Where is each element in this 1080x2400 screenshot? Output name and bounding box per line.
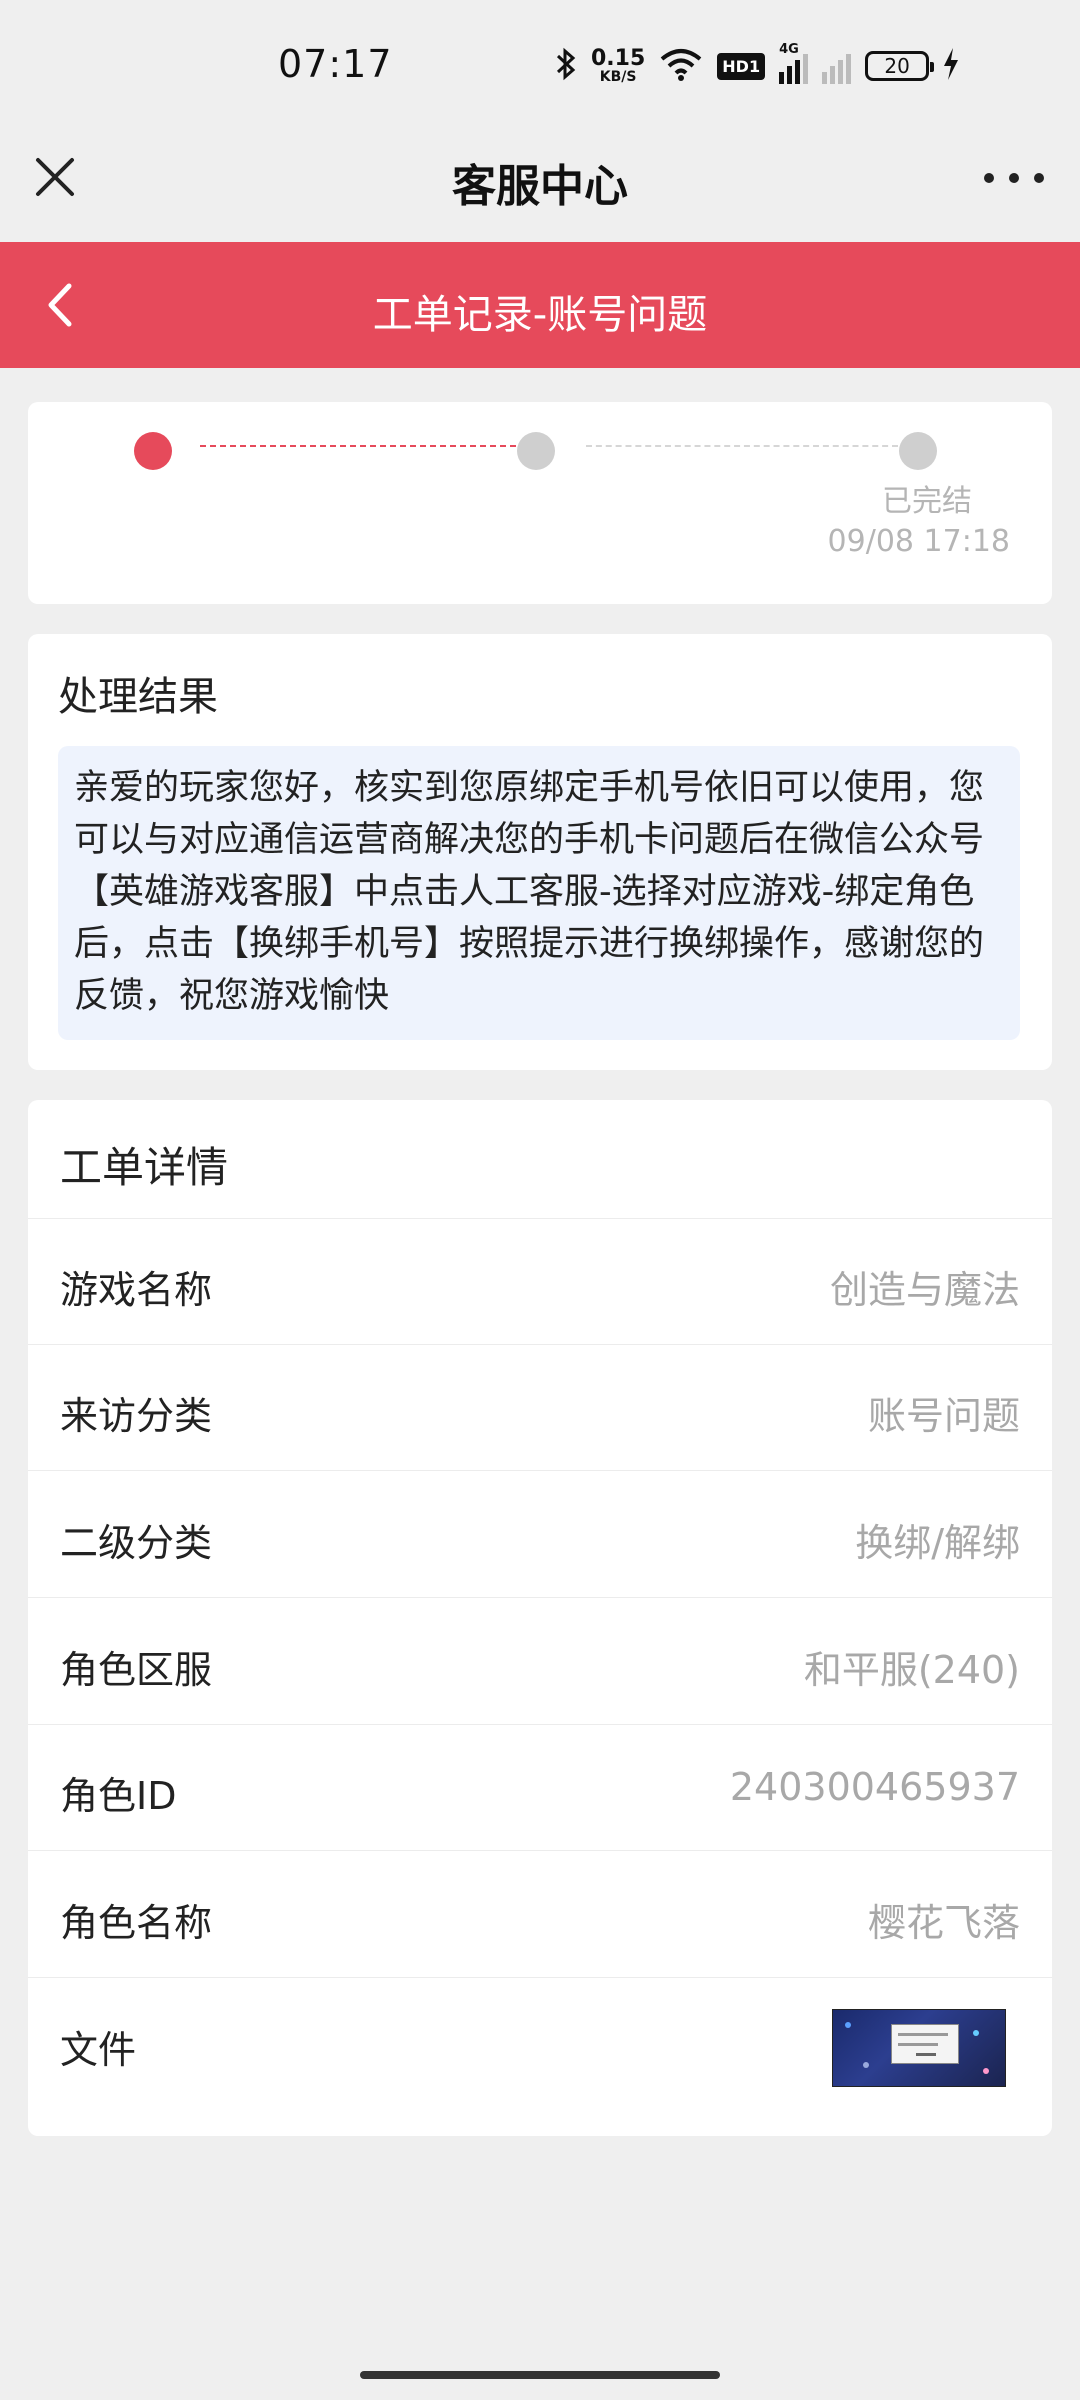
detail-value: 240300465937: [729, 1765, 1020, 1809]
app-title: 客服中心: [452, 161, 628, 212]
progress-final-status: 已完结 09/08 17:18: [828, 482, 1010, 562]
detail-label: 二级分类: [60, 1521, 213, 1565]
detail-label: 文件: [60, 2028, 137, 2072]
detail-row-role-id: 角色ID 240300465937: [28, 1725, 1052, 1851]
detail-label: 角色ID: [60, 1774, 177, 1818]
battery-icon: 20: [865, 51, 935, 81]
progress-line-2: [586, 445, 898, 447]
detail-row-server: 角色区服 和平服(240): [28, 1599, 1052, 1725]
progress-line-1: [200, 445, 516, 447]
progress-step-3: [899, 432, 937, 470]
detail-value: 樱花飞落: [867, 1901, 1020, 1945]
progress-card: 已完结 09/08 17:18: [28, 402, 1052, 604]
more-icon: [984, 173, 994, 183]
detail-value: 换绑/解绑: [855, 1521, 1020, 1565]
cell-signal-icon: 4G: [779, 42, 809, 84]
home-indicator[interactable]: [360, 2371, 720, 2379]
more-button[interactable]: [984, 160, 1044, 196]
detail-row-file: 文件: [28, 1979, 1052, 2105]
detail-title: 工单详情: [60, 1143, 229, 1192]
detail-label: 游戏名称: [60, 1268, 213, 1312]
status-icons: 0.15 KB/S HD1 4G 20: [555, 42, 959, 88]
detail-row-visit-category: 来访分类 账号问题: [28, 1345, 1052, 1471]
page-title: 工单记录-账号问题: [372, 292, 708, 338]
detail-value: 和平服(240): [803, 1648, 1020, 1692]
wifi-icon: [659, 47, 703, 85]
file-thumbnail[interactable]: [832, 2009, 1006, 2087]
detail-value: 创造与魔法: [829, 1268, 1020, 1312]
progress-final-label: 已完结: [882, 484, 972, 519]
result-title: 处理结果: [58, 674, 218, 720]
status-time: 07:17: [278, 42, 393, 86]
charging-icon: [943, 48, 959, 84]
detail-row-sub-category: 二级分类 换绑/解绑: [28, 1472, 1052, 1598]
status-bar: 07:17 0.15 KB/S HD1 4G 20: [0, 0, 1080, 130]
detail-label: 角色区服: [60, 1648, 213, 1692]
detail-label: 角色名称: [60, 1901, 213, 1945]
progress-final-time: 09/08 17:18: [827, 524, 1010, 559]
progress-step-2: [517, 432, 555, 470]
progress-step-1: [134, 432, 172, 470]
result-card: 处理结果 亲爱的玩家您好，核实到您原绑定手机号依旧可以使用，您可以与对应通信运营…: [28, 634, 1052, 1070]
detail-label: 来访分类: [60, 1394, 213, 1438]
detail-row-game-name: 游戏名称 创造与魔法: [28, 1219, 1052, 1345]
detail-value: 账号问题: [867, 1394, 1020, 1438]
title-bar: 客服中心: [0, 130, 1080, 242]
bluetooth-icon: [555, 46, 577, 86]
hd-badge: HD1: [717, 52, 766, 80]
result-text: 亲爱的玩家您好，核实到您原绑定手机号依旧可以使用，您可以与对应通信运营商解决您的…: [58, 746, 1020, 1040]
page-header: 工单记录-账号问题: [0, 242, 1080, 368]
cell-signal-2-icon: [822, 48, 852, 84]
detail-row-role-name: 角色名称 樱花飞落: [28, 1852, 1052, 1978]
net-speed: 0.15 KB/S: [591, 46, 646, 85]
detail-card: 工单详情 游戏名称 创造与魔法 来访分类 账号问题 二级分类 换绑/解绑 角色区…: [28, 1100, 1052, 2136]
